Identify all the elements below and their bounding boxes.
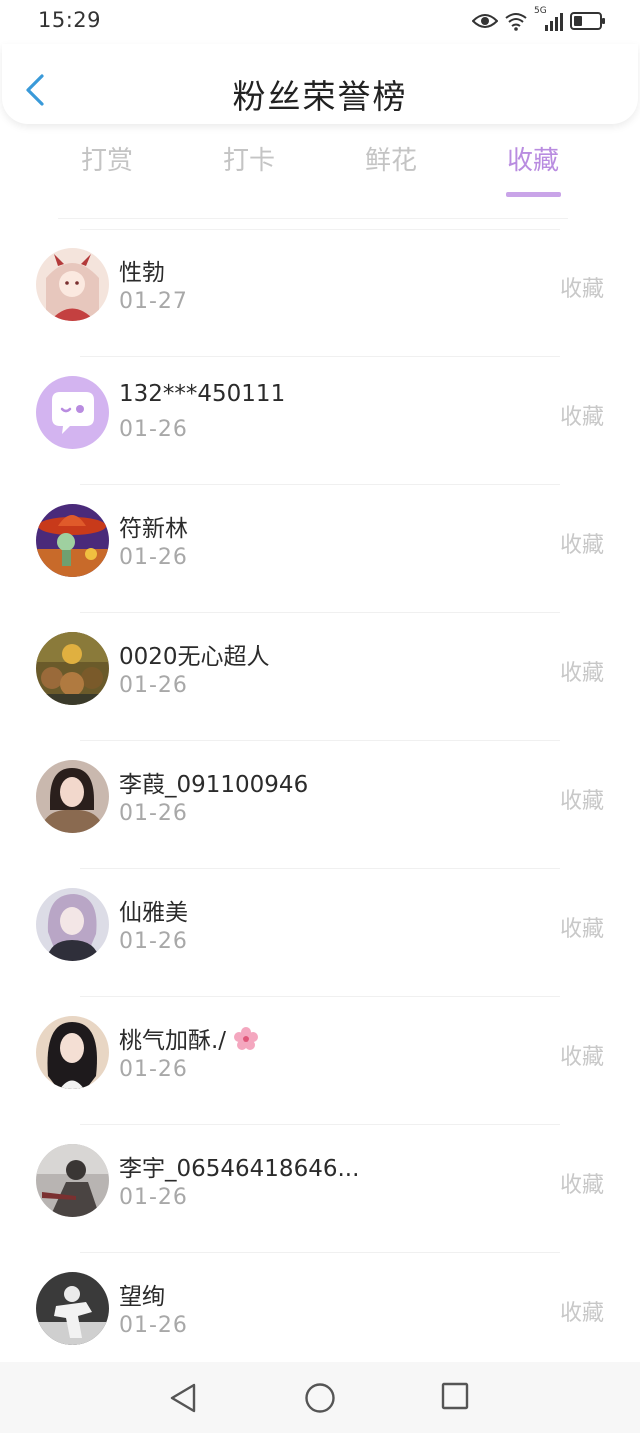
person-grayscale-avatar-icon	[36, 1144, 109, 1217]
status-time: 15:29	[38, 8, 102, 32]
tab-flowers[interactable]: 鲜花	[336, 140, 446, 177]
item-date: 01-26	[119, 673, 188, 698]
favorite-action-label: 收藏	[559, 661, 604, 686]
nav-home-button[interactable]	[304, 1382, 336, 1418]
list-item[interactable]: 性勃 01-27 收藏	[0, 229, 640, 357]
triangle-back-icon	[170, 1383, 196, 1413]
divider	[58, 218, 568, 219]
cherry-blossom-icon	[234, 1027, 259, 1050]
favorite-action-label: 收藏	[559, 405, 604, 430]
avatar[interactable]	[36, 1272, 109, 1345]
square-recents-icon	[441, 1382, 469, 1410]
header-bar: 粉丝荣誉榜	[2, 44, 638, 124]
item-date: 01-26	[119, 1057, 188, 1082]
avatar[interactable]	[36, 504, 109, 577]
user-name: 性勃	[119, 260, 165, 286]
girl-selfie-avatar-icon	[36, 888, 109, 961]
anime-girl-avatar-icon	[36, 248, 109, 321]
nav-recents-button[interactable]	[441, 1382, 469, 1414]
list-item[interactable]: 132***450111 01-26 收藏	[0, 357, 640, 485]
favorite-action-label: 收藏	[559, 1173, 604, 1198]
user-name: 132***450111	[119, 381, 286, 407]
user-name: 0020无心超人	[119, 644, 270, 670]
avatar[interactable]	[36, 760, 109, 833]
battery-icon	[570, 12, 605, 30]
avatar[interactable]	[36, 632, 109, 705]
user-name: 桃气加酥./	[119, 1021, 259, 1055]
avatar[interactable]	[36, 376, 109, 449]
favorite-action-label: 收藏	[559, 789, 604, 814]
item-date: 01-26	[119, 545, 188, 570]
default-chat-avatar-icon	[36, 376, 109, 449]
fan-list: 性勃 01-27 收藏 132***450111 01-26 收藏 符新林 01…	[0, 229, 640, 1381]
page-title: 粉丝荣誉榜	[232, 77, 408, 116]
item-date: 01-26	[119, 1185, 188, 1210]
item-date: 01-26	[119, 801, 188, 826]
item-date: 01-27	[119, 289, 188, 314]
avatar[interactable]	[36, 248, 109, 321]
tab-checkin[interactable]: 打卡	[194, 140, 304, 177]
user-name: 望绚	[119, 1284, 165, 1310]
tab-bar: 打赏 打卡 鲜花 收藏	[0, 140, 640, 200]
status-icons: 5G	[472, 6, 606, 32]
avatar[interactable]	[36, 888, 109, 961]
wifi-icon	[505, 13, 527, 31]
signal-bars-icon	[545, 13, 563, 31]
user-name: 仙雅美	[119, 900, 188, 926]
girl-dark-hair-avatar-icon	[36, 1016, 109, 1089]
dancer-bw-avatar-icon	[36, 1272, 109, 1345]
favorite-action-label: 收藏	[559, 1301, 604, 1326]
item-date: 01-26	[119, 929, 188, 954]
characters-group-avatar-icon	[36, 632, 109, 705]
list-item[interactable]: 符新林 01-26 收藏	[0, 485, 640, 613]
circle-home-icon	[305, 1383, 335, 1413]
list-item[interactable]: 仙雅美 01-26 收藏	[0, 869, 640, 997]
user-name: 符新林	[119, 516, 188, 542]
user-name: 李葭_091100946	[119, 772, 309, 798]
active-tab-indicator	[506, 192, 561, 197]
sombrero-cartoon-avatar-icon	[36, 504, 109, 577]
list-item[interactable]: 李宇_06546418646... 01-26 收藏	[0, 1125, 640, 1253]
favorite-action-label: 收藏	[559, 917, 604, 942]
item-date: 01-26	[119, 1313, 188, 1338]
tab-favorites[interactable]: 收藏	[478, 140, 588, 177]
tab-reward[interactable]: 打赏	[52, 140, 162, 177]
cellular-signal: 5G	[534, 6, 564, 32]
user-name: 李宇_06546418646...	[119, 1156, 360, 1182]
list-item[interactable]: 0020无心超人 01-26 收藏	[0, 613, 640, 741]
user-name-text: 桃气加酥./	[119, 1028, 227, 1054]
list-item[interactable]: 桃气加酥./ 01-26 收藏	[0, 997, 640, 1125]
list-item[interactable]: 李葭_091100946 01-26 收藏	[0, 741, 640, 869]
status-bar: 15:29 5G	[0, 0, 640, 44]
favorite-action-label: 收藏	[559, 533, 604, 558]
system-navigation-bar	[0, 1362, 640, 1433]
nav-back-button[interactable]	[168, 1382, 198, 1418]
favorite-action-label: 收藏	[559, 1045, 604, 1070]
avatar[interactable]	[36, 1144, 109, 1217]
woman-fur-coat-avatar-icon	[36, 760, 109, 833]
avatar[interactable]	[36, 1016, 109, 1089]
eye-icon	[472, 14, 498, 28]
item-date: 01-26	[119, 417, 188, 442]
favorite-action-label: 收藏	[559, 277, 604, 302]
